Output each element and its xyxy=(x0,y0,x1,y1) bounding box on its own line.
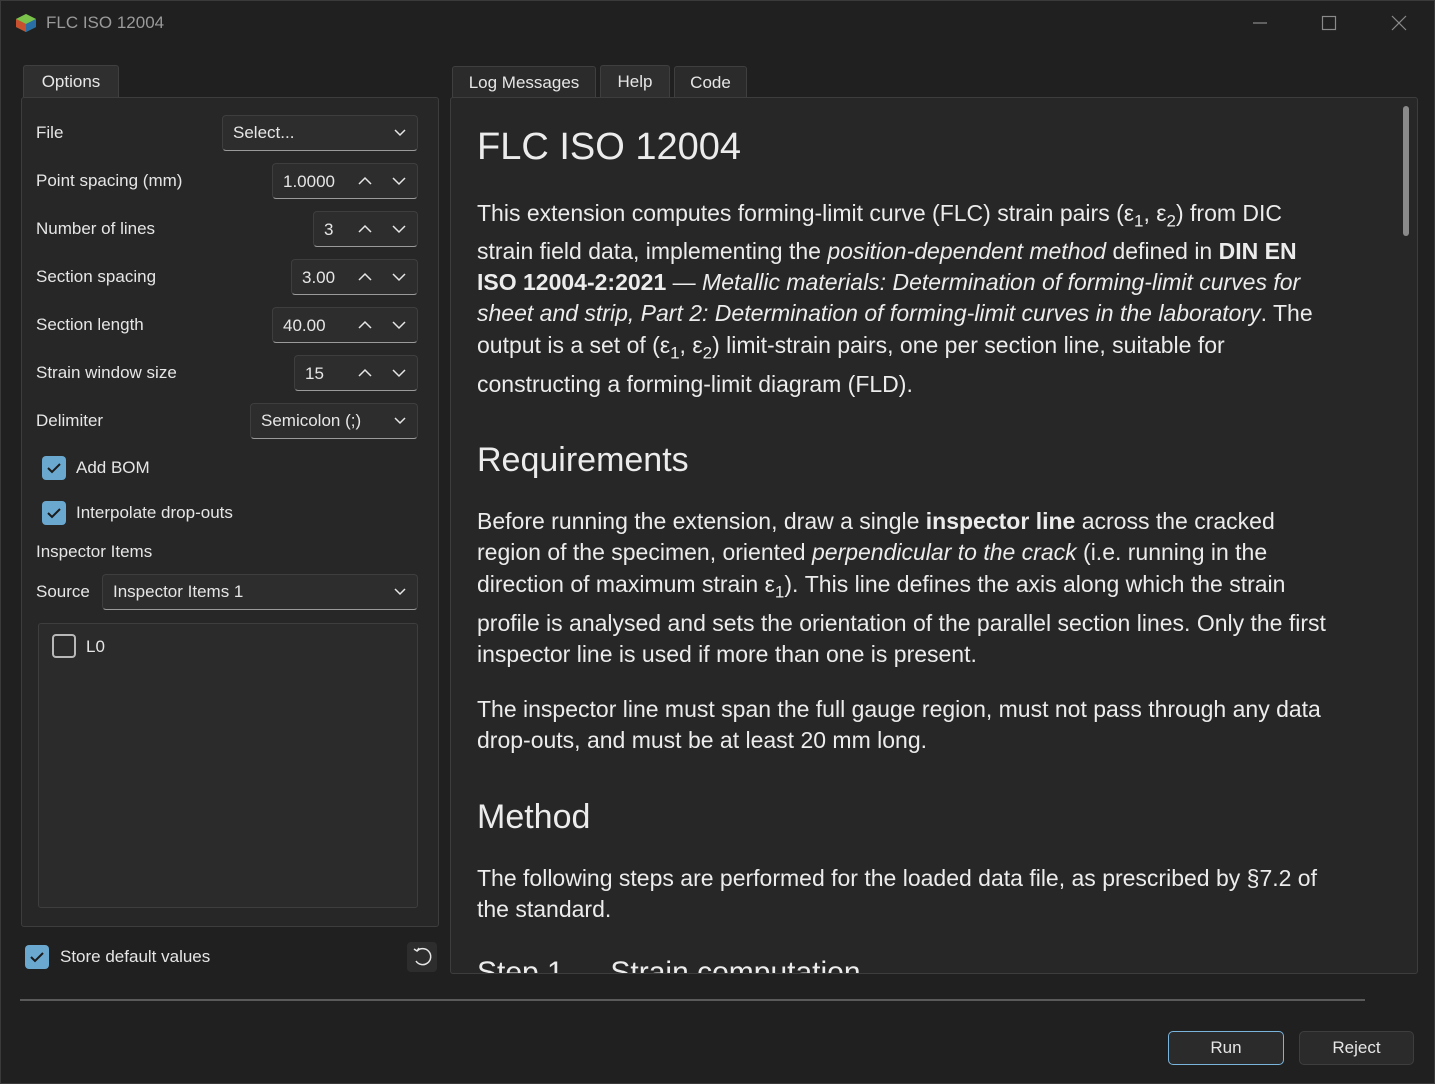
intro-line-1: This extension computes forming-limit cu… xyxy=(477,200,1283,231)
tab-log-messages[interactable]: Log Messages xyxy=(452,66,596,98)
tab-options[interactable]: Options xyxy=(23,65,119,97)
section-length-value: 40.00 xyxy=(283,316,326,335)
point-spacing-value: 1.0000 xyxy=(283,172,335,191)
checkmark-icon xyxy=(47,463,61,474)
intro-line-6: constructing a forming-limit diagram (FL… xyxy=(477,371,913,397)
source-value: Inspector Items 1 xyxy=(113,582,244,601)
step-heading: Step 1 — Strain computation xyxy=(477,956,861,974)
req1-line-1: Before running the extension, draw a sin… xyxy=(477,508,1275,534)
dialog-window: FLC ISO 12004 Options File Select... Poi… xyxy=(0,0,1435,1084)
section-length-label: Section length xyxy=(36,315,144,334)
chevron-up-icon[interactable] xyxy=(357,222,373,236)
chevron-down-icon[interactable] xyxy=(391,174,407,188)
number-of-lines-spinbox[interactable]: 3 xyxy=(313,211,418,247)
minimize-button[interactable] xyxy=(1225,1,1295,45)
req2-line-1: The inspector line must span the full ga… xyxy=(477,696,1321,722)
number-of-lines-label: Number of lines xyxy=(36,219,156,238)
point-spacing-label: Point spacing (mm) xyxy=(36,171,183,190)
req1-line-2: region of the specimen, oriented perpend… xyxy=(477,539,1268,565)
chevron-down-icon[interactable] xyxy=(391,270,407,284)
file-label: File xyxy=(36,123,64,142)
requirements-heading: Requirements xyxy=(477,441,689,479)
intro-line-4: sheet and strip, Part 2: Determination o… xyxy=(477,300,1313,326)
delimiter-value: Semicolon (;) xyxy=(261,411,362,430)
inspector-items-heading: Inspector Items xyxy=(36,542,153,561)
help-scrollbar[interactable] xyxy=(1403,106,1409,236)
chevron-down-icon[interactable] xyxy=(391,318,407,332)
chevron-up-icon[interactable] xyxy=(357,270,373,284)
tab-help[interactable]: Help xyxy=(600,65,670,97)
source-label: Source xyxy=(36,582,90,601)
delimiter-label: Delimiter xyxy=(36,411,104,430)
chevron-down-icon xyxy=(394,588,406,596)
number-of-lines-value: 3 xyxy=(324,220,334,239)
chevron-up-icon[interactable] xyxy=(357,318,373,332)
delimiter-select[interactable]: Semicolon (;) xyxy=(250,403,418,439)
divider xyxy=(20,999,1365,1001)
app-logo-icon xyxy=(16,14,36,32)
add-bom-label: Add BOM xyxy=(76,458,150,477)
store-defaults-checkbox[interactable] xyxy=(25,945,49,969)
close-icon xyxy=(1391,15,1407,31)
reset-defaults-button[interactable] xyxy=(407,942,437,972)
checkmark-icon xyxy=(30,952,44,963)
req1-line-4: profile is analysed and sets the orienta… xyxy=(477,610,1326,636)
close-button[interactable] xyxy=(1364,1,1434,45)
undo-icon xyxy=(413,947,432,966)
req1-line-3: direction of maximum strain ε1). This li… xyxy=(477,571,1286,602)
title-bar: FLC ISO 12004 xyxy=(1,1,1434,45)
req1-line-5: inspector line is used if more than one … xyxy=(477,641,977,667)
add-bom-checkbox[interactable] xyxy=(42,456,66,480)
file-select[interactable]: Select... xyxy=(222,115,418,151)
section-spacing-spinbox[interactable]: 3.00 xyxy=(291,259,418,295)
source-select[interactable]: Inspector Items 1 xyxy=(102,574,418,610)
item-l0-label: L0 xyxy=(86,637,105,656)
strain-window-value: 15 xyxy=(305,364,324,383)
req2-line-2: drop-outs, and must be at least 20 mm lo… xyxy=(477,727,928,753)
method-heading: Method xyxy=(477,798,591,836)
strain-window-spinbox[interactable]: 15 xyxy=(294,355,418,391)
method-line-1: The following steps are performed for th… xyxy=(477,865,1317,891)
method-line-2: the standard. xyxy=(477,896,612,922)
minimize-icon xyxy=(1253,22,1267,24)
interpolate-label: Interpolate drop-outs xyxy=(76,503,233,522)
point-spacing-spinbox[interactable]: 1.0000 xyxy=(272,163,418,199)
window-title: FLC ISO 12004 xyxy=(46,13,165,32)
chevron-down-icon[interactable] xyxy=(391,222,407,236)
chevron-down-icon[interactable] xyxy=(391,366,407,380)
strain-window-label: Strain window size xyxy=(36,363,177,382)
chevron-down-icon xyxy=(394,129,406,137)
store-defaults-label: Store default values xyxy=(60,947,211,966)
intro-line-2: strain field data, implementing the posi… xyxy=(477,238,1297,264)
inspector-items-list[interactable] xyxy=(38,623,418,908)
help-title: FLC ISO 12004 xyxy=(477,126,742,168)
section-spacing-value: 3.00 xyxy=(302,268,336,287)
checkmark-icon xyxy=(47,508,61,519)
file-select-value: Select... xyxy=(233,123,295,142)
intro-line-5: output is a set of (ε1, ε2) limit-strain… xyxy=(477,332,1225,363)
reject-button[interactable]: Reject xyxy=(1299,1031,1414,1065)
interpolate-checkbox[interactable] xyxy=(42,501,66,525)
maximize-icon xyxy=(1321,15,1337,31)
intro-line-3: ISO 12004-2:2021 — Metallic materials: D… xyxy=(477,269,1301,295)
run-button[interactable]: Run xyxy=(1168,1031,1284,1065)
maximize-button[interactable] xyxy=(1294,1,1364,45)
chevron-up-icon[interactable] xyxy=(357,174,373,188)
chevron-down-icon xyxy=(394,417,406,425)
help-panel[interactable]: FLC ISO 12004 This extension computes fo… xyxy=(450,97,1418,974)
chevron-up-icon[interactable] xyxy=(357,366,373,380)
section-length-spinbox[interactable]: 40.00 xyxy=(272,307,418,343)
section-spacing-label: Section spacing xyxy=(36,267,157,286)
tab-code[interactable]: Code xyxy=(674,66,747,98)
item-l0-checkbox[interactable] xyxy=(52,634,76,658)
